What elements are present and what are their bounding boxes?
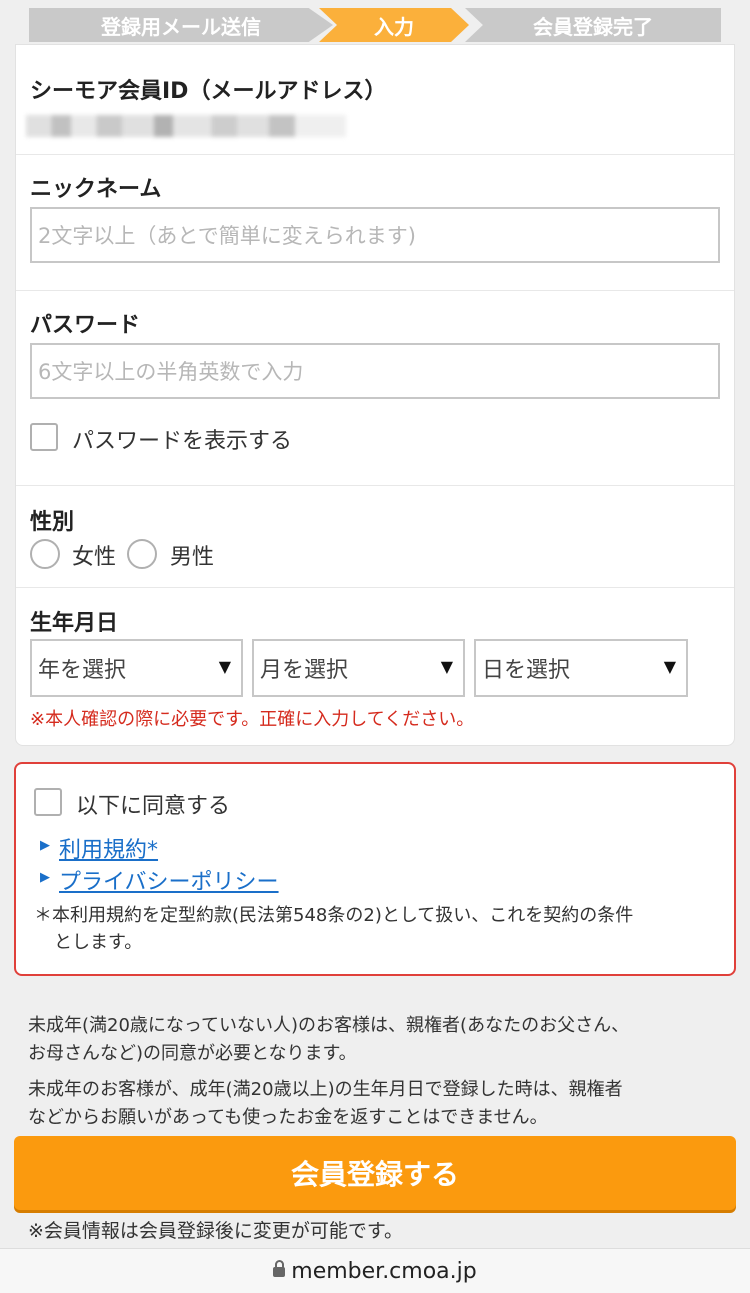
email-value-redacted	[26, 115, 346, 137]
url-text: member.cmoa.jp	[291, 1258, 477, 1284]
registration-form: シーモア会員ID（メールアドレス） ニックネーム 2文字以上（あとで簡単に変えら…	[15, 44, 735, 746]
day-select[interactable]: 日を選択 ▼	[474, 639, 688, 697]
lock-icon	[273, 1260, 286, 1277]
privacy-policy-link[interactable]: プライバシーポリシー	[59, 864, 279, 896]
password-section: パスワード 6文字以上の半角英数で入力 パスワードを表示する	[16, 291, 734, 486]
show-password-label[interactable]: パスワードを表示する	[72, 423, 292, 455]
gender-male-label[interactable]: 男性	[170, 539, 214, 571]
password-input[interactable]: 6文字以上の半角英数で入力	[30, 343, 720, 399]
footnote: ※会員情報は会員登録後に変更が可能です。	[28, 1220, 404, 1242]
gender-female-radio[interactable]	[30, 539, 60, 569]
terms-note-line2: とします。	[54, 932, 143, 953]
nickname-placeholder: 2文字以上（あとで簡単に変えられます)	[38, 224, 416, 248]
password-label: パスワード	[30, 313, 141, 338]
minor-info-2a: 未成年のお客様が、成年(満20歳以上)の生年月日で登録した時は、親権者	[28, 1079, 623, 1100]
triangle-right-icon: ▶	[40, 870, 50, 885]
agreement-box: 以下に同意する ▶ 利用規約* ▶ プライバシーポリシー ＊本利用規約を定型約款…	[14, 762, 736, 976]
minor-info-1b: お母さんなど)の同意が必要となります。	[28, 1043, 357, 1064]
agree-checkbox[interactable]	[34, 788, 62, 816]
day-select-value: 日を選択	[482, 658, 571, 683]
gender-female-label[interactable]: 女性	[72, 539, 116, 571]
dropdown-arrow-icon: ▼	[440, 657, 453, 676]
minor-info-1a: 未成年(満20歳になっていない人)のお客様は、親権者(あなたのお父さん、	[28, 1015, 630, 1036]
register-button[interactable]: 会員登録する	[14, 1136, 736, 1210]
terms-link[interactable]: 利用規約*	[59, 832, 158, 864]
triangle-right-icon: ▶	[40, 838, 50, 853]
browser-url-bar[interactable]: member.cmoa.jp	[0, 1248, 750, 1293]
nickname-input[interactable]: 2文字以上（あとで簡単に変えられます)	[30, 207, 720, 263]
month-select[interactable]: 月を選択 ▼	[252, 639, 465, 697]
step-send-email: 登録用メール送信	[29, 8, 333, 42]
password-placeholder: 6文字以上の半角英数で入力	[38, 360, 304, 384]
month-select-value: 月を選択	[260, 658, 349, 683]
minor-info-2b: などからお願いがあっても使ったお金を返すことはできません。	[28, 1107, 548, 1128]
agree-label[interactable]: 以下に同意する	[76, 788, 230, 820]
birthday-warning: ※本人確認の際に必要です。正確に入力してください。	[30, 709, 475, 730]
nickname-label: ニックネーム	[30, 177, 162, 202]
dropdown-arrow-icon: ▼	[663, 657, 676, 676]
terms-note-line1: ＊本利用規約を定型約款(民法第548条の2)として扱い、これを契約の条件	[34, 905, 634, 926]
dropdown-arrow-icon: ▼	[218, 657, 231, 676]
year-select[interactable]: 年を選択 ▼	[30, 639, 243, 697]
nickname-section: ニックネーム 2文字以上（あとで簡単に変えられます)	[16, 155, 734, 291]
show-password-checkbox[interactable]	[30, 423, 58, 451]
email-section: シーモア会員ID（メールアドレス）	[16, 45, 734, 155]
year-select-value: 年を選択	[38, 658, 127, 683]
birthday-label: 生年月日	[30, 611, 119, 636]
gender-label: 性別	[30, 510, 75, 535]
step-complete: 会員登録完了	[465, 8, 721, 42]
gender-male-radio[interactable]	[127, 539, 157, 569]
progress-steps: 登録用メール送信 入力 会員登録完了	[29, 8, 721, 42]
gender-section: 性別 女性 男性	[16, 486, 734, 588]
step-input: 入力	[319, 8, 469, 42]
email-label: シーモア会員ID（メールアドレス）	[30, 79, 387, 104]
